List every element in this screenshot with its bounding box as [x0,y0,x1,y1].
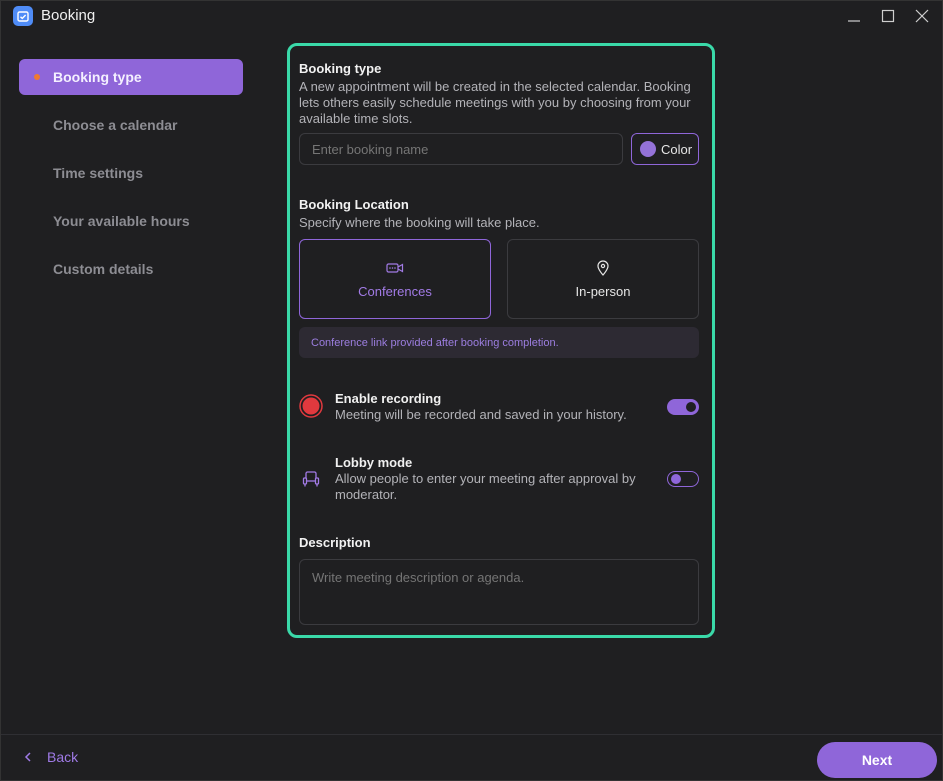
chevron-left-icon [24,752,31,762]
steps-sidebar: Booking type Choose a calendar Time sett… [19,59,243,299]
sidebar-item-label: Your available hours [53,213,190,229]
color-button-label: Color [661,141,693,157]
lobby-description: Allow people to enter your meeting after… [335,471,636,502]
lobby-title: Lobby mode [335,455,413,470]
lobby-toggle[interactable] [667,471,699,487]
sidebar-item-booking-type[interactable]: Booking type [19,59,243,95]
sidebar-item-label: Custom details [53,261,154,277]
sidebar-item-label: Booking type [53,69,142,85]
title-bar: Booking [1,1,942,31]
location-option-in-person[interactable]: In-person [507,239,699,319]
conference-info-note: Conference link provided after booking c… [299,327,699,358]
booking-location-description: Specify where the booking will take plac… [299,215,540,230]
booking-type-heading: Booking type [299,61,382,76]
close-icon [915,9,929,23]
active-step-dot [34,74,40,80]
location-option-label: Conferences [358,283,432,299]
sidebar-item-label: Time settings [53,165,143,181]
location-option-label: In-person [575,283,631,299]
color-swatch [640,141,656,157]
sidebar-item-time-settings[interactable]: Time settings [19,155,243,191]
record-icon [299,394,323,418]
description-heading: Description [299,535,371,550]
booking-window: Booking Booking type Choose a calendar T… [0,0,943,781]
booking-name-input[interactable] [299,133,623,165]
armchair-icon [301,469,321,489]
map-pin-icon [597,259,609,276]
toggle-knob [671,474,681,484]
back-button-label: Back [47,749,79,765]
window-title: Booking [41,7,96,24]
sidebar-item-available-hours[interactable]: Your available hours [19,203,243,239]
description-textarea[interactable] [299,559,699,625]
recording-toggle[interactable] [667,399,699,415]
close-button[interactable] [909,5,935,27]
color-picker-button[interactable]: Color [631,133,699,165]
booking-location-heading: Booking Location [299,197,409,212]
recording-title: Enable recording [335,391,442,406]
minimize-button[interactable] [841,5,867,27]
calendar-icon [13,6,33,26]
next-button-label: Next [861,752,893,768]
sidebar-item-choose-calendar[interactable]: Choose a calendar [19,107,243,143]
video-camera-icon [386,262,404,273]
minimize-icon [848,20,860,22]
booking-form-panel: Booking type A new appointment will be c… [287,43,715,638]
toggle-knob [686,402,696,412]
recording-description: Meeting will be recorded and saved in yo… [335,407,627,422]
next-button[interactable]: Next [817,742,937,778]
booking-type-description: A new appointment will be created in the… [299,79,691,126]
back-button[interactable]: Back [23,749,78,765]
maximize-icon [881,9,895,23]
footer-divider [1,734,942,735]
sidebar-item-label: Choose a calendar [53,117,178,133]
maximize-button[interactable] [875,5,901,27]
sidebar-item-custom-details[interactable]: Custom details [19,251,243,287]
location-option-conferences[interactable]: Conferences [299,239,491,319]
